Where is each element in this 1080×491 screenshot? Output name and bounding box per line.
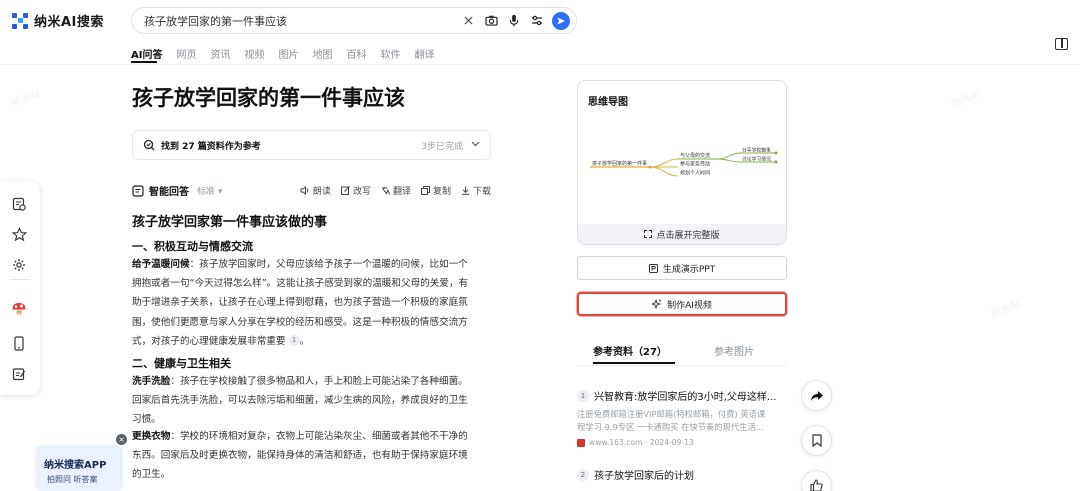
reference-number: 2 <box>577 468 589 481</box>
section-paragraph: 给予温暖问候：孩子放学回家时，父母应该给予孩子一个温暖的问候，比如一个 拥抱或者… <box>132 259 469 347</box>
bookmark-icon[interactable] <box>801 425 832 456</box>
copy-button[interactable]: 复制 <box>420 184 451 197</box>
speaker-icon <box>300 186 309 195</box>
tab-ai-qa[interactable]: AI问答 <box>131 46 162 61</box>
mindmap-root: 孩子放学回家的第一件事 <box>592 160 647 167</box>
send-icon[interactable] <box>552 11 570 30</box>
reference-item[interactable]: 2 孩子放学回家后的计划 <box>577 467 777 482</box>
section-paragraph: 洗手洗脸：孩子在学校接触了很多物品和人，手上和脸上可能沾染了各种细菌。 回家后首… <box>132 376 468 426</box>
app-logo[interactable]: 纳米AI搜索 <box>12 11 104 30</box>
toolbar-divider <box>10 279 30 280</box>
reference-title[interactable]: 兴智教育:放学回家后的3小时,父母这样... <box>594 392 776 403</box>
star-icon[interactable] <box>11 226 27 242</box>
search-check-icon <box>143 139 155 151</box>
expand-mindmap-button[interactable]: 点击展开完整版 <box>578 224 786 244</box>
search-bar <box>131 7 577 34</box>
reference-title[interactable]: 孩子放学回家后的计划 <box>594 471 694 482</box>
tab-reference-images[interactable]: 参考图片 <box>714 343 754 358</box>
app-promo-banner[interactable]: 纳米搜索APP 拍照问 听答案 <box>35 445 123 491</box>
reference-tabs: 参考资料（27） 参考图片 <box>577 340 787 366</box>
expand-icon <box>644 230 653 238</box>
mindmap-branch: 与父母的交流 <box>680 152 710 159</box>
mindmap-leaf: 分享学校趣事 <box>742 147 771 154</box>
camera-icon[interactable] <box>484 14 498 28</box>
reference-number: 1 <box>577 389 589 402</box>
settings-sliders-icon[interactable] <box>530 14 544 28</box>
reference-snippet: 注册免费邮箱注册VIP邮箱(特权邮箱，付费) 英语课 程学习 9.9专区 一卡通… <box>577 409 766 432</box>
page: 纳米AI 纳米AI 纳米AI 纳米AI搜索 AI问答 网页 资讯 <box>0 0 1080 491</box>
search-tabs: AI问答 网页 资讯 视频 图片 地图 百科 软件 翻译 <box>131 46 448 61</box>
logo-text: 纳米AI搜索 <box>34 15 104 30</box>
answer-heading: 孩子放学回家第一件事应该做的事 <box>132 215 328 230</box>
tab-map[interactable]: 地图 <box>312 46 332 61</box>
answer-icon <box>132 184 144 197</box>
read-aloud-button[interactable]: 朗读 <box>300 184 331 197</box>
mindmap-card[interactable]: 思维导图 孩子放学回家的第一件事 与父母的交流 参与家务劳动 规划个人时间 分享… <box>577 80 787 245</box>
mode-select[interactable]: 标准 ▾ <box>197 184 222 197</box>
reference-item[interactable]: 1 兴智教育:放学回家后的3小时,父母这样... 注册免费邮箱注册VIP邮箱(特权… <box>577 388 777 447</box>
answer-label: 智能回答 <box>149 187 189 198</box>
source-logo-icon <box>577 438 585 447</box>
header-divider <box>0 64 1080 65</box>
reference-count-label: 找到 27 篇资料作为参考 <box>161 141 261 152</box>
gear-icon[interactable] <box>11 257 27 273</box>
copy-icon <box>420 186 430 195</box>
share-icon[interactable] <box>801 380 832 411</box>
answer-tools: 朗读 改写 翻译 复制 下载 <box>300 184 491 197</box>
translate-icon <box>381 187 390 195</box>
steps-status: 3步已完成 <box>421 141 463 152</box>
tab-web[interactable]: 网页 <box>176 46 196 61</box>
left-toolbar <box>0 181 40 395</box>
mindmap-diagram: 孩子放学回家的第一件事 与父母的交流 参与家务劳动 规划个人时间 分享学校趣事 … <box>590 147 778 177</box>
tab-software[interactable]: 软件 <box>380 46 400 61</box>
logo-icon <box>12 12 28 29</box>
edit-note-icon[interactable] <box>11 366 27 382</box>
tab-video[interactable]: 视频 <box>244 46 264 61</box>
chevron-down-icon[interactable] <box>471 140 480 150</box>
download-button[interactable]: 下载 <box>461 184 491 197</box>
citation-badge[interactable]: 1 <box>288 335 300 347</box>
microphone-icon[interactable] <box>507 14 521 28</box>
section-title: 二、健康与卫生相关 <box>132 357 231 370</box>
edit-icon <box>340 186 350 195</box>
clear-icon[interactable] <box>461 14 475 28</box>
search-input[interactable] <box>144 14 452 27</box>
page-title: 孩子放学回家的第一件事应该 <box>132 86 405 110</box>
history-icon[interactable] <box>11 196 27 212</box>
mindmap-branch: 参与家务劳动 <box>680 161 710 168</box>
section-paragraph: 更换衣物：学校的环境相对复杂，衣物上可能沾染灰尘、细菌或者其他不干净的 东西。回… <box>132 431 468 481</box>
make-ai-video-button[interactable]: 制作AI视频 <box>577 292 787 316</box>
active-tab-indicator <box>131 61 157 63</box>
mode-value: 标准 <box>197 187 216 197</box>
promo-subtitle: 拍照问 听答案 <box>47 475 98 484</box>
download-icon <box>461 186 470 195</box>
answer-header: 智能回答 标准 ▾ 朗读 改写 翻译 复制 下载 <box>132 183 491 198</box>
mushroom-icon[interactable] <box>11 301 27 317</box>
sidebar-toggle-icon[interactable] <box>1055 38 1068 50</box>
ppt-icon <box>648 263 658 273</box>
tab-encyclopedia[interactable]: 百科 <box>346 46 366 61</box>
translate-button[interactable]: 翻译 <box>381 184 411 197</box>
like-icon[interactable] <box>801 470 832 491</box>
reference-source: www.163.com · 2024-09-13 <box>577 438 777 447</box>
tabs-divider <box>577 365 787 366</box>
active-tab-indicator <box>593 362 675 364</box>
tab-translate[interactable]: 翻译 <box>414 46 434 61</box>
tab-images[interactable]: 图片 <box>278 46 298 61</box>
promo-title: 纳米搜索APP <box>44 460 107 471</box>
tab-references[interactable]: 参考资料（27） <box>593 343 667 358</box>
rewrite-button[interactable]: 改写 <box>340 184 371 197</box>
tab-news[interactable]: 资讯 <box>210 46 230 61</box>
sparkle-icon <box>652 299 662 309</box>
mobile-icon[interactable] <box>11 335 27 351</box>
close-icon[interactable]: × <box>116 434 127 445</box>
mindmap-branch: 规划个人时间 <box>680 170 710 177</box>
generate-ppt-button[interactable]: 生成演示PPT <box>577 256 787 280</box>
section-title: 一、积极互动与情感交流 <box>132 240 253 253</box>
reference-summary[interactable]: 找到 27 篇资料作为参考 3步已完成 <box>132 130 491 160</box>
mindmap-leaf: 讨论学习情况 <box>742 156 771 163</box>
